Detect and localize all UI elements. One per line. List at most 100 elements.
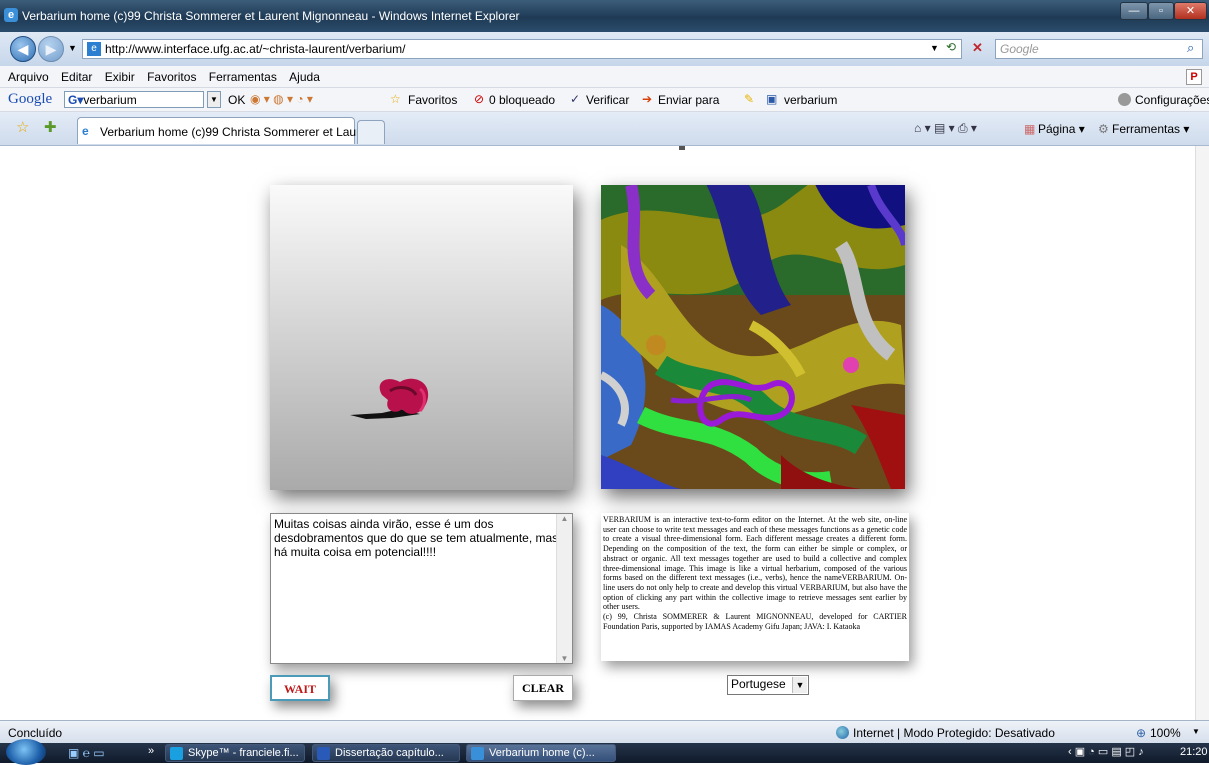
message-scrollbar[interactable]: ▲ ▼ [556, 514, 572, 663]
tab-verbarium[interactable]: e Verbarium home (c)99 Christa Sommerer … [77, 117, 369, 144]
pagina-label: Página [1038, 122, 1076, 136]
search-placeholder: Google [1000, 42, 1039, 56]
menu-ajuda[interactable]: Ajuda [289, 70, 320, 84]
home-icon[interactable]: ⌂ ▾ ▤ ▾ ⎙ ▾ [914, 121, 977, 136]
tab-title: Verbarium home (c)99 Christa Sommerer et… [100, 125, 370, 139]
page-scrollbar[interactable] [1195, 146, 1209, 720]
google-logo: Google [8, 91, 53, 107]
menu-favoritos[interactable]: Favoritos [147, 70, 196, 84]
scroll-up-icon[interactable]: ▲ [557, 514, 572, 523]
highlighter-icon[interactable]: ✎ [744, 92, 754, 106]
taskbar-verbarium[interactable]: Verbarium home (c)... [466, 744, 616, 762]
popup-blocker-button[interactable]: 0 bloqueado [489, 93, 555, 107]
menu-bar: Arquivo Editar Exibir Favoritos Ferramen… [0, 66, 1209, 88]
tab-bar: ☆ ✚ e Verbarium home (c)99 Christa Somme… [0, 112, 1209, 146]
title-bar: e Verbarium home (c)99 Christa Sommerer … [0, 0, 1209, 32]
form-preview-shape [350, 378, 429, 419]
tools-icon: ⚙ [1098, 122, 1109, 136]
pagina-menu[interactable]: Página ▾ [1038, 122, 1085, 136]
zoom-dropdown-icon[interactable]: ▼ [1192, 727, 1200, 736]
toolbar-icons[interactable]: ◉ ▾ ◍ ▾ ◔ ▾ [250, 92, 313, 106]
quicklaunch-icons[interactable]: ▣ ℮ ▭ [68, 746, 105, 760]
favoritos-button[interactable]: Favoritos [408, 93, 457, 107]
page-menu-icon: ▦ [1024, 122, 1036, 136]
pdf-icon[interactable]: P [1186, 69, 1202, 85]
menu-arquivo[interactable]: Arquivo [8, 70, 49, 84]
menu-editar[interactable]: Editar [61, 70, 92, 84]
tray-icons[interactable]: ‹ ▣ ◔ ▭ ▤ ◰ ♪ [1068, 745, 1144, 758]
language-value: Portugese [731, 677, 786, 691]
settings-icon [1118, 93, 1131, 106]
forward-button[interactable]: ▶ [38, 36, 64, 62]
close-button[interactable]: ✕ [1174, 2, 1207, 20]
google-query-dropdown[interactable]: ▼ [207, 91, 221, 108]
enviar-button[interactable]: Enviar para [658, 93, 719, 107]
window-title: Verbarium home (c)99 Christa Sommerer et… [22, 9, 520, 23]
add-favorite-icon[interactable]: ✚ [44, 118, 57, 136]
ie-taskbar-icon [471, 747, 484, 760]
spellcheck-icon: ✓ [570, 92, 581, 106]
configuracoes-button[interactable]: Configurações [1135, 93, 1209, 107]
star-icon: ☆ [390, 92, 401, 106]
url-dropdown-icon[interactable]: ▼ [930, 43, 939, 53]
verificar-button[interactable]: Verificar [586, 93, 629, 107]
globe-icon [836, 726, 849, 739]
history-dropdown-icon[interactable]: ▼ [68, 43, 77, 53]
verbarium-label: Verbarium home (c)... [489, 747, 595, 759]
clear-button[interactable]: CLEAR [513, 675, 573, 701]
taskbar: ▣ ℮ ▭ » Skype™ - franciele.fi... Dissert… [0, 739, 1209, 765]
language-select[interactable]: Portugese ▼ [727, 675, 809, 695]
security-zone[interactable]: Internet | Modo Protegido: Desativado [853, 726, 1055, 740]
ferramentas-menu[interactable]: Ferramentas ▾ [1112, 122, 1189, 136]
scroll-down-icon[interactable]: ▼ [557, 654, 572, 663]
back-button[interactable]: ◀ [10, 36, 36, 62]
google-query-text: verbarium [83, 93, 137, 107]
page-icon: e [87, 42, 101, 56]
maximize-button[interactable]: ▫ [1148, 2, 1174, 20]
address-bar: ◀ ▶ ▼ e http://www.interface.ufg.ac.at/~… [0, 32, 1209, 66]
credits-text: (c) 99, Christa SOMMERER & Laurent MIGNO… [603, 612, 907, 631]
refresh-icon[interactable]: ⟲ [946, 40, 956, 54]
taskbar-skype[interactable]: Skype™ - franciele.fi... [165, 744, 305, 762]
stop-icon[interactable]: ✕ [972, 40, 983, 56]
favorites-star-icon[interactable]: ☆ [16, 118, 29, 136]
taskbar-dissertacao[interactable]: Dissertação capítulo... [312, 744, 460, 762]
search-term-icon: ▣ [766, 92, 778, 106]
chevron-down-icon[interactable]: ▼ [792, 677, 807, 693]
status-bar: Concluído Internet | Modo Protegido: Des… [0, 720, 1209, 743]
word-icon [317, 747, 330, 760]
verbarium-description: VERBARIUM is an interactive text-to-form… [601, 513, 909, 661]
ferramentas-label: Ferramentas [1112, 122, 1181, 136]
quicklaunch-overflow[interactable]: » [148, 745, 154, 757]
search-term-button[interactable]: verbarium [784, 93, 837, 107]
start-button[interactable] [6, 739, 46, 765]
google-toolbar: Google G▾verbarium ▼ OK ◉ ▾ ◍ ▾ ◔ ▾ ☆ Fa… [0, 88, 1209, 112]
url-input[interactable]: e http://www.interface.ufg.ac.at/~christ… [82, 39, 962, 59]
google-g-icon: G▾ [68, 93, 84, 107]
form-preview-canvas[interactable] [270, 185, 573, 490]
search-input[interactable]: Google [995, 39, 1203, 59]
menu-exibir[interactable]: Exibir [105, 70, 135, 84]
status-text: Concluído [8, 726, 63, 740]
google-ok-button[interactable]: OK [228, 93, 245, 107]
word-label: Dissertação capítulo... [335, 747, 444, 759]
top-marker [679, 146, 685, 150]
minimize-button[interactable]: — [1120, 2, 1148, 20]
ie-icon: e [4, 8, 18, 22]
zoom-icon: ⊕ [1136, 726, 1147, 740]
new-tab-button[interactable] [357, 120, 385, 144]
send-icon: ➔ [642, 92, 653, 106]
search-icon[interactable]: ⌕ [1187, 40, 1194, 56]
popup-blocker-icon: ⊘ [474, 92, 485, 106]
url-text: http://www.interface.ufg.ac.at/~christa-… [105, 42, 406, 56]
wait-button[interactable]: WAIT [270, 675, 330, 701]
ie-tab-icon: e [82, 124, 89, 138]
collective-image-canvas[interactable] [601, 185, 905, 489]
menu-ferramentas[interactable]: Ferramentas [209, 70, 277, 84]
clock: 21:20 [1180, 746, 1208, 758]
skype-icon [170, 747, 183, 760]
collective-image-art [601, 185, 905, 489]
zoom-level[interactable]: 100% [1150, 726, 1181, 740]
message-textarea[interactable]: Muitas coisas ainda virão, esse é um dos… [270, 513, 573, 664]
google-query-input[interactable]: G▾verbarium [64, 91, 204, 108]
